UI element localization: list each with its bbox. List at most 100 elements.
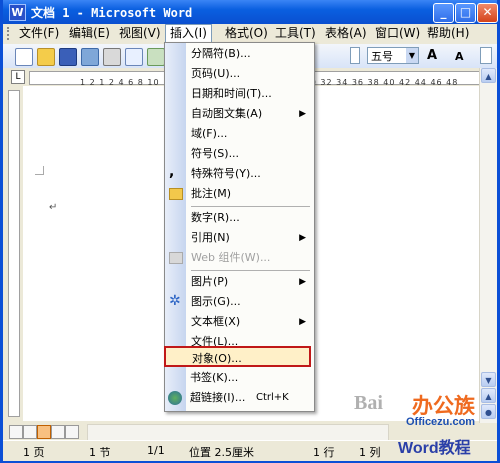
menu-view[interactable]: 视图(V) bbox=[115, 25, 165, 42]
outline-view-icon[interactable] bbox=[51, 425, 65, 439]
reading-view-icon[interactable] bbox=[65, 425, 79, 439]
menu-window[interactable]: 窗口(W) bbox=[371, 25, 424, 42]
menubar-grip[interactable] bbox=[7, 27, 11, 40]
menu-item-label: 超链接(I)... bbox=[190, 391, 246, 404]
scroll-up-icon[interactable]: ▲ bbox=[481, 68, 496, 83]
menu-item-label: 书签(K)... bbox=[190, 371, 239, 384]
spelling-icon[interactable] bbox=[147, 48, 165, 66]
menu-item-break[interactable]: 分隔符(B)... bbox=[187, 44, 312, 64]
menu-item-bookmark[interactable]: 书签(K)... bbox=[186, 368, 311, 388]
font-size-combo[interactable]: 五号 ▼ bbox=[367, 47, 419, 64]
menu-item-date-time[interactable]: 日期和时间(T)... bbox=[187, 84, 312, 104]
vertical-ruler-strip[interactable] bbox=[8, 90, 20, 417]
menu-help[interactable]: 帮助(H) bbox=[423, 25, 473, 42]
menu-item-label: 文本框(X) bbox=[191, 315, 241, 328]
status-position: 位置 2.5厘米 bbox=[189, 446, 254, 459]
menu-item-shortcut: Ctrl+K bbox=[256, 392, 289, 403]
menu-edit[interactable]: 编辑(E) bbox=[65, 25, 114, 42]
site-url: Officezu.com bbox=[406, 416, 476, 428]
horizontal-scrollbar[interactable] bbox=[87, 424, 389, 441]
menu-item-label: 符号(S)... bbox=[191, 147, 240, 160]
permission-icon[interactable] bbox=[81, 48, 99, 66]
menu-item-label: 分隔符(B)... bbox=[191, 47, 251, 60]
menu-item-label: 图示(G)... bbox=[191, 295, 241, 308]
shrink-font-button[interactable]: A bbox=[455, 50, 464, 63]
menu-item-comment[interactable]: 批注(M) bbox=[187, 184, 312, 204]
menu-item-web-component: Web 组件(W)... bbox=[187, 248, 312, 268]
baidu-watermark: Bai bbox=[354, 392, 383, 414]
margin-corner-mark bbox=[35, 166, 44, 175]
menu-item-label: Web 组件(W)... bbox=[191, 251, 271, 264]
menu-item-label: 数字(R)... bbox=[191, 211, 240, 224]
diagram-icon: ✲ bbox=[169, 293, 181, 309]
save-icon[interactable] bbox=[59, 48, 77, 66]
scroll-down-icon[interactable]: ▼ bbox=[481, 372, 496, 387]
menu-item-label: 域(F)... bbox=[191, 127, 228, 140]
submenu-arrow-icon: ▶ bbox=[299, 233, 306, 243]
web-component-icon bbox=[169, 252, 183, 264]
menu-insert[interactable]: 插入(I) bbox=[165, 24, 212, 43]
paragraph-mark: ↵ bbox=[49, 202, 58, 213]
status-line: 1 行 bbox=[313, 446, 335, 459]
title-bar[interactable]: W 文档 1 - Microsoft Word _ □ ✕ bbox=[3, 0, 498, 24]
window-title: 文档 1 - Microsoft Word bbox=[31, 6, 193, 20]
watermark: Bai 办公族 Officezu.com Word教程 bbox=[354, 390, 494, 460]
tab-selector[interactable]: L bbox=[11, 70, 25, 84]
menu-item-number[interactable]: 数字(R)... bbox=[187, 208, 312, 228]
menu-bar: 文件(F) 编辑(E) 视图(V) 插入(I) 格式(O) 工具(T) 表格(A… bbox=[3, 24, 497, 43]
toolbar-overflow-chevron-icon[interactable] bbox=[480, 47, 492, 64]
menu-item-label: 日期和时间(T)... bbox=[191, 87, 272, 100]
font-size-value: 五号 bbox=[371, 50, 393, 63]
menu-item-label: 引用(N) bbox=[191, 231, 230, 244]
minimize-button[interactable]: _ bbox=[433, 3, 454, 23]
menu-item-page-numbers[interactable]: 页码(U)... bbox=[187, 64, 312, 84]
vertical-ruler bbox=[3, 86, 21, 421]
menu-item-picture[interactable]: 图片(P) ▶ bbox=[187, 272, 312, 292]
normal-view-icon[interactable] bbox=[9, 425, 23, 439]
menu-table[interactable]: 表格(A) bbox=[321, 25, 371, 42]
menu-item-symbol[interactable]: 符号(S)... bbox=[187, 144, 312, 164]
menu-item-label: 页码(U)... bbox=[191, 67, 241, 80]
word-tutorial-brand: Word教程 bbox=[398, 440, 471, 457]
close-button[interactable]: ✕ bbox=[477, 3, 498, 23]
maximize-button[interactable]: □ bbox=[455, 3, 476, 23]
print-layout-view-icon[interactable] bbox=[37, 425, 51, 439]
vertical-scrollbar[interactable]: ▲ ▼ ▲ ● bbox=[479, 68, 497, 423]
menu-tools[interactable]: 工具(T) bbox=[271, 25, 320, 42]
menu-item-text-box[interactable]: 文本框(X) ▶ bbox=[187, 312, 312, 332]
menu-item-special-symbol[interactable]: 特殊符号(Y)... bbox=[187, 164, 312, 184]
menu-separator bbox=[191, 206, 310, 207]
menu-item-autotext[interactable]: 自动图文集(A) ▶ bbox=[187, 104, 312, 124]
menu-item-label: 自动图文集(A) bbox=[191, 107, 263, 120]
submenu-arrow-icon: ▶ bbox=[299, 109, 306, 119]
status-page-of: 1/1 bbox=[147, 444, 165, 457]
globe-link-icon bbox=[168, 391, 182, 405]
menu-item-reference[interactable]: 引用(N) ▶ bbox=[187, 228, 312, 248]
print-preview-icon[interactable] bbox=[125, 48, 143, 66]
menu-format[interactable]: 格式(O) bbox=[221, 25, 272, 42]
web-view-icon[interactable] bbox=[23, 425, 37, 439]
submenu-arrow-icon: ▶ bbox=[299, 317, 306, 327]
menu-file[interactable]: 文件(F) bbox=[15, 25, 63, 42]
status-section: 1 节 bbox=[89, 446, 111, 459]
toolbar-options-chevron-icon[interactable] bbox=[350, 47, 360, 64]
new-document-icon[interactable] bbox=[15, 48, 33, 66]
word-app-icon: W bbox=[9, 4, 26, 21]
chevron-down-icon[interactable]: ▼ bbox=[406, 48, 418, 63]
menu-item-field[interactable]: 域(F)... bbox=[187, 124, 312, 144]
open-folder-icon[interactable] bbox=[37, 48, 55, 66]
folder-icon bbox=[169, 188, 183, 200]
menu-item-label: 特殊符号(Y)... bbox=[191, 167, 261, 180]
status-page: 1 页 bbox=[23, 446, 45, 459]
menu-item-diagram[interactable]: 图示(G)... bbox=[187, 292, 312, 312]
comma-icon: , bbox=[169, 164, 175, 180]
menu-item-label: 批注(M) bbox=[191, 187, 232, 200]
menu-item-label: 对象(O)... bbox=[192, 352, 242, 365]
grow-font-button[interactable]: A bbox=[427, 48, 437, 63]
menu-separator bbox=[191, 270, 310, 271]
print-icon[interactable] bbox=[103, 48, 121, 66]
menu-item-hyperlink[interactable]: 超链接(I)... Ctrl+K bbox=[186, 388, 311, 408]
submenu-arrow-icon: ▶ bbox=[299, 277, 306, 287]
menu-item-object[interactable]: 对象(O)... bbox=[164, 346, 311, 367]
menu-item-label: 图片(P) bbox=[191, 275, 229, 288]
